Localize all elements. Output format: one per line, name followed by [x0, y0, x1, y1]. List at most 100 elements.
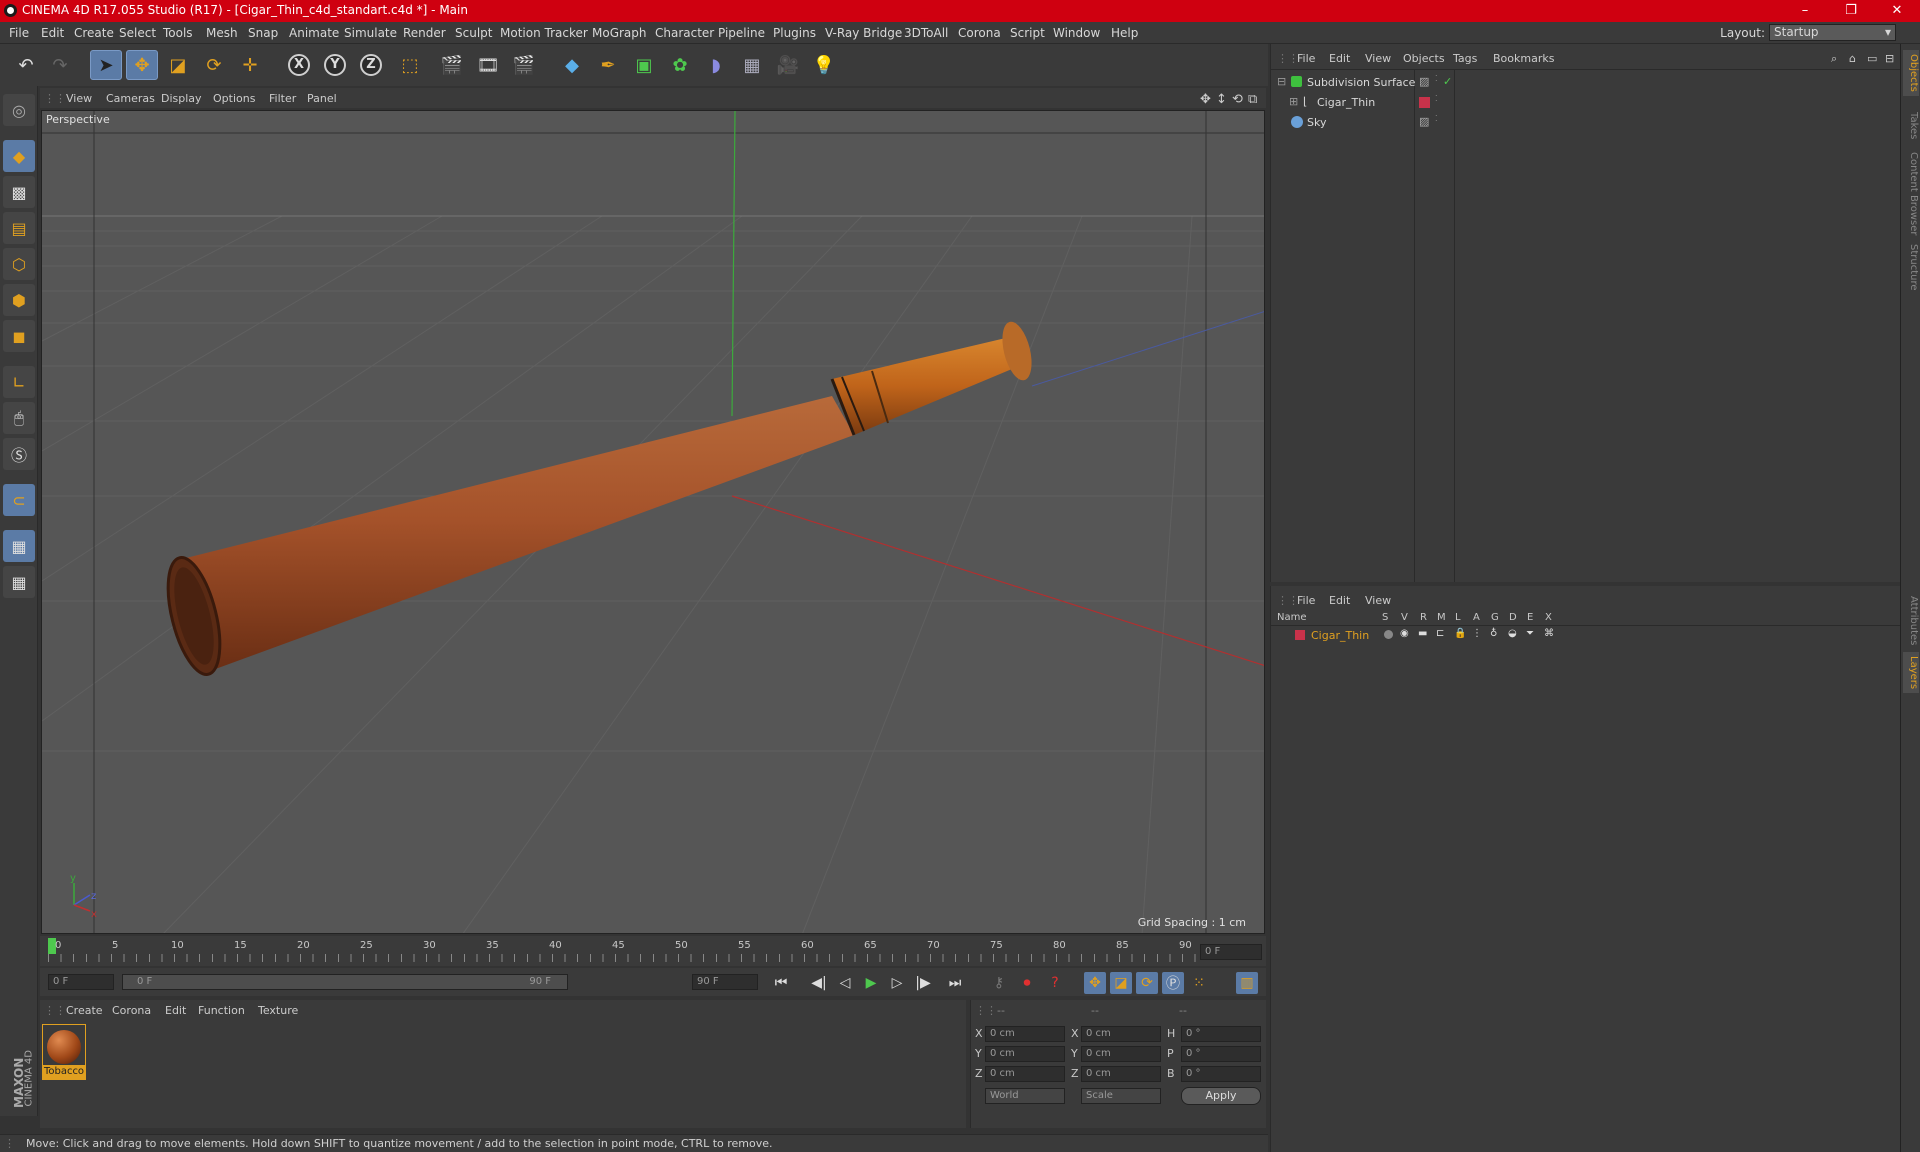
visibility-dots-icon[interactable]: ⁚ — [1435, 94, 1438, 103]
size-mode-dropdown[interactable]: Scale — [1081, 1088, 1161, 1104]
magnet-button[interactable]: ⊂ — [3, 484, 35, 516]
object-menu-tags[interactable]: Tags — [1453, 52, 1477, 65]
texture-mode-button[interactable]: ▩ — [3, 176, 35, 208]
viewport-dolly-icon[interactable]: ↕ — [1216, 92, 1227, 107]
current-frame-field[interactable]: 0 F — [1200, 944, 1262, 960]
search-icon[interactable]: ⌕ — [1831, 52, 1837, 66]
layout-dropdown[interactable]: Startup ▾ — [1769, 24, 1896, 41]
layer-name[interactable]: Cigar_Thin — [1311, 629, 1369, 642]
points-mode-button[interactable]: ⬡ — [3, 248, 35, 280]
move-tool-button[interactable]: ✥ — [126, 50, 158, 80]
rotate-tool-button[interactable]: ⟳ — [198, 50, 230, 80]
menu-simulate[interactable]: Simulate — [344, 26, 397, 40]
coordinate-mode-dropdown[interactable]: World — [985, 1088, 1065, 1104]
render-clapper-icon[interactable]: ▬ — [1418, 628, 1427, 639]
z-axis-lock-button[interactable]: Z — [360, 54, 382, 76]
mograph-cloner-button[interactable]: ✿ — [664, 50, 696, 80]
collapse-icon[interactable]: ⊟ — [1277, 75, 1286, 88]
menu-mesh[interactable]: Mesh — [206, 26, 238, 40]
menu-file[interactable]: File — [9, 26, 29, 40]
apply-button[interactable]: Apply — [1181, 1087, 1261, 1105]
cube-object-button[interactable]: ◆ — [556, 50, 588, 80]
select-tool-button[interactable]: ➤ — [90, 50, 122, 80]
layer-row[interactable]: Cigar_Thin ◉ ▬ ⊏ 🔒 ⋮ ♁ ◒ ⏷ ⌘ — [1271, 628, 1901, 644]
viewport-maximize-icon[interactable]: ⧉ — [1248, 92, 1257, 107]
visibility-dots-icon[interactable]: ⁚ — [1435, 114, 1438, 123]
menu-corona[interactable]: Corona — [958, 26, 1001, 40]
x-axis-lock-button[interactable]: X — [288, 54, 310, 76]
floor-object-button[interactable]: ▦ — [736, 50, 768, 80]
last-tool-button[interactable]: ✛ — [234, 50, 266, 80]
key-pla-button[interactable]: ⁙ — [1188, 972, 1210, 994]
previous-key-button[interactable]: ◀| — [808, 972, 830, 994]
expression-icon[interactable]: ⏷ — [1526, 628, 1534, 639]
size-z-field[interactable]: 0 cm — [1081, 1066, 1161, 1082]
camera-object-button[interactable]: 🎥 — [772, 50, 804, 80]
planar-workplane-button[interactable]: ▦ — [3, 566, 35, 598]
expand-icon[interactable]: ⊟ — [1885, 52, 1894, 65]
menu-edit[interactable]: Edit — [41, 26, 64, 40]
tweak-mode-button[interactable]: 🖱 — [3, 402, 35, 434]
layer-menu-file[interactable]: File — [1297, 594, 1315, 607]
animation-icon[interactable]: ⋮ — [1472, 628, 1482, 639]
enabled-check-icon[interactable]: ✓ — [1443, 75, 1452, 88]
menu-create[interactable]: Create — [74, 26, 114, 40]
menu-script[interactable]: Script — [1010, 26, 1045, 40]
redo-button[interactable]: ↷ — [44, 50, 76, 80]
previous-frame-button[interactable]: ◁ — [834, 972, 856, 994]
key-scale-button[interactable]: ◪ — [1110, 972, 1132, 994]
workplane-lock-button[interactable]: ▦ — [3, 530, 35, 562]
cigar-model[interactable] — [158, 319, 1037, 680]
tab-structure[interactable]: Structure — [1903, 240, 1919, 295]
menu-3dtoall[interactable]: 3DToAll — [904, 26, 948, 40]
rot-h-field[interactable]: 0 ° — [1181, 1026, 1261, 1042]
coordinate-system-button[interactable]: ⬚ — [394, 50, 426, 80]
maximize-button[interactable]: ❐ — [1828, 0, 1874, 22]
object-menu-objects[interactable]: Objects — [1403, 52, 1445, 65]
menu-select[interactable]: Select — [119, 26, 156, 40]
object-menu-view[interactable]: View — [1365, 52, 1391, 65]
scale-tool-button[interactable]: ◪ — [162, 50, 194, 80]
layer-menu-edit[interactable]: Edit — [1329, 594, 1350, 607]
size-y-field[interactable]: 0 cm — [1081, 1046, 1161, 1062]
close-button[interactable]: ✕ — [1874, 0, 1920, 22]
minimize-button[interactable]: – — [1782, 0, 1828, 22]
snap-button[interactable]: Ⓢ — [3, 438, 35, 470]
make-editable-button[interactable]: ◎ — [3, 94, 35, 126]
tab-objects[interactable]: Objects — [1903, 50, 1919, 96]
render-view-button[interactable]: 🎬 — [436, 50, 468, 80]
viewport-move-icon[interactable]: ✥ — [1200, 92, 1211, 107]
tab-attributes[interactable]: Attributes — [1903, 592, 1919, 649]
render-settings-button[interactable]: 🎬 — [508, 50, 540, 80]
generator-icon[interactable]: ♁ — [1490, 628, 1497, 639]
light-object-button[interactable]: 💡 — [808, 50, 840, 80]
menu-character[interactable]: Character — [655, 26, 714, 40]
material-menu-edit[interactable]: Edit — [165, 1004, 186, 1017]
timeline-ruler[interactable]: 0 5 10 15 20 25 30 35 40 45 50 55 60 65 … — [40, 936, 1266, 966]
y-axis-lock-button[interactable]: Y — [324, 54, 346, 76]
key-rotation-button[interactable]: ⟳ — [1136, 972, 1158, 994]
material-menu-create[interactable]: Create — [66, 1004, 103, 1017]
deformer-icon[interactable]: ◒ — [1508, 628, 1517, 639]
menu-mograph[interactable]: MoGraph — [592, 26, 647, 40]
viewport-menu-options[interactable]: Options — [213, 92, 255, 105]
size-x-field[interactable]: 0 cm — [1081, 1026, 1161, 1042]
lock-icon[interactable]: 🔒 — [1454, 628, 1466, 639]
record-keys-button[interactable]: ⚷ — [988, 972, 1010, 994]
edges-mode-button[interactable]: ⬢ — [3, 284, 35, 316]
deformer-button[interactable]: ◗ — [700, 50, 732, 80]
object-row[interactable]: ⊞ ⌊ Cigar_Thin ⁚ — [1271, 94, 1901, 112]
menu-help[interactable]: Help — [1111, 26, 1138, 40]
object-row[interactable]: Sky ▨ ⁚ — [1271, 114, 1901, 132]
3d-viewport[interactable]: y z x Perspective Grid Spacing : 1 cm — [41, 110, 1265, 934]
xref-icon[interactable]: ⌘ — [1544, 628, 1554, 639]
visibility-dots-icon[interactable]: ⁚ — [1435, 74, 1438, 83]
tab-takes[interactable]: Takes — [1903, 108, 1919, 143]
material-menu-texture[interactable]: Texture — [258, 1004, 298, 1017]
next-frame-button[interactable]: ▷ — [886, 972, 908, 994]
layer-color-swatch[interactable] — [1295, 630, 1305, 640]
pos-x-field[interactable]: 0 cm — [985, 1026, 1065, 1042]
object-menu-file[interactable]: File — [1297, 52, 1315, 65]
rot-b-field[interactable]: 0 ° — [1181, 1066, 1261, 1082]
spline-pen-button[interactable]: ✒ — [592, 50, 624, 80]
